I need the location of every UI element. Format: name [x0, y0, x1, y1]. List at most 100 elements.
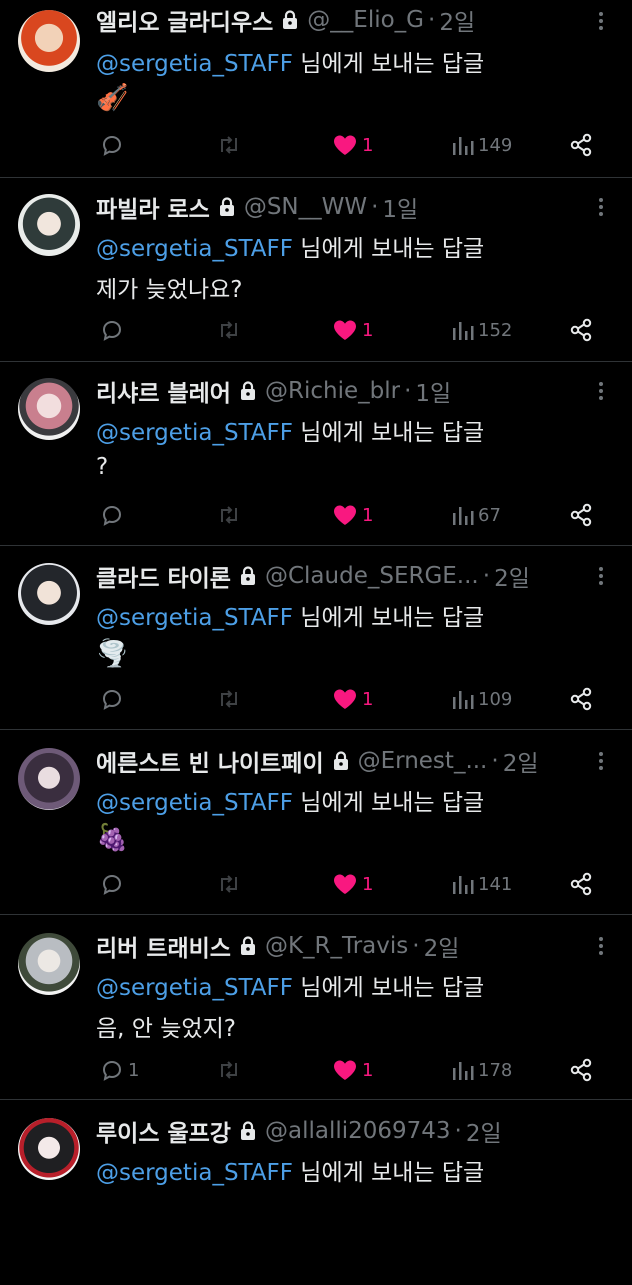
- separator-dot: ·: [482, 563, 491, 589]
- display-name[interactable]: 파빌라 로스: [96, 190, 210, 224]
- avatar[interactable]: [18, 378, 80, 440]
- mention-link[interactable]: @sergetia_STAFF: [96, 51, 293, 77]
- heart-filled-icon: [334, 1060, 356, 1080]
- analytics-icon: [453, 1062, 474, 1080]
- lock-icon: [332, 751, 350, 771]
- more-options-icon[interactable]: [590, 746, 612, 776]
- retweet-button[interactable]: [216, 1055, 242, 1085]
- timestamp[interactable]: 2일: [466, 1114, 502, 1148]
- mention-link[interactable]: @sergetia_STAFF: [96, 420, 293, 446]
- views-button[interactable]: 178: [452, 1055, 512, 1085]
- share-button[interactable]: [568, 869, 594, 899]
- mention-link[interactable]: @sergetia_STAFF: [96, 1160, 293, 1186]
- retweet-button[interactable]: [216, 500, 242, 530]
- heart-filled-icon: [334, 135, 356, 155]
- tweet-header: 루이스 울프강 @allalli2069743 · 2일: [96, 1114, 582, 1148]
- avatar[interactable]: [18, 10, 80, 72]
- display-name[interactable]: 리버 트래비스: [96, 929, 231, 963]
- lock-icon: [218, 197, 236, 217]
- more-options-icon[interactable]: [590, 376, 612, 406]
- retweet-button[interactable]: [216, 315, 242, 345]
- user-handle[interactable]: @__Elio_G: [307, 7, 424, 33]
- mention-link[interactable]: @sergetia_STAFF: [96, 605, 293, 631]
- timestamp[interactable]: 2일: [439, 3, 475, 37]
- timestamp[interactable]: 2일: [503, 744, 539, 778]
- retweet-button[interactable]: [216, 869, 242, 899]
- more-options-icon[interactable]: [590, 192, 612, 222]
- avatar[interactable]: [18, 563, 80, 625]
- mention-link[interactable]: @sergetia_STAFF: [96, 975, 293, 1001]
- share-button[interactable]: [568, 315, 594, 345]
- share-button[interactable]: [568, 130, 594, 160]
- tweet[interactable]: 엘리오 글라디우스 @__Elio_G · 2일 @sergetia_STAFF…: [0, 0, 632, 178]
- reply-button[interactable]: [100, 315, 128, 345]
- more-options-icon[interactable]: [590, 6, 612, 36]
- timestamp[interactable]: 1일: [415, 374, 451, 408]
- user-handle[interactable]: @allalli2069743: [265, 1118, 451, 1144]
- lock-icon: [239, 936, 257, 956]
- like-button[interactable]: 1: [332, 130, 373, 160]
- share-button[interactable]: [568, 684, 594, 714]
- avatar[interactable]: [18, 194, 80, 256]
- heart-filled-icon: [334, 874, 356, 894]
- retweet-icon: [221, 690, 237, 708]
- tweet[interactable]: 클라드 타이론 @Claude_SERGE... · 2일 @sergetia_…: [0, 546, 632, 730]
- avatar[interactable]: [18, 748, 80, 810]
- display-name[interactable]: 엘리오 글라디우스: [96, 3, 273, 37]
- reply-button[interactable]: [100, 500, 128, 530]
- like-button[interactable]: 1: [332, 1055, 373, 1085]
- timestamp[interactable]: 2일: [494, 559, 530, 593]
- reply-button[interactable]: [100, 869, 128, 899]
- heart-filled-icon: [334, 689, 356, 709]
- user-handle[interactable]: @Ernest_...: [358, 748, 488, 774]
- user-handle[interactable]: @K_R_Travis: [265, 933, 408, 959]
- retweet-button[interactable]: [216, 684, 242, 714]
- views-button[interactable]: 67: [452, 500, 501, 530]
- display-name[interactable]: 에른스트 빈 나이트페이: [96, 744, 324, 778]
- display-name[interactable]: 클라드 타이론: [96, 559, 231, 593]
- separator-dot: ·: [454, 1118, 462, 1144]
- share-button[interactable]: [568, 1055, 594, 1085]
- mention-link[interactable]: @sergetia_STAFF: [96, 236, 293, 262]
- reply-button[interactable]: 1: [100, 1055, 139, 1085]
- share-icon: [570, 318, 592, 342]
- reply-button[interactable]: [100, 684, 128, 714]
- user-handle[interactable]: @SN__WW: [244, 194, 367, 220]
- user-handle[interactable]: @Claude_SERGE...: [265, 563, 479, 589]
- tweet[interactable]: 리샤르 블레어 @Richie_blr · 1일 @sergetia_STAFF…: [0, 362, 632, 546]
- timestamp[interactable]: 2일: [424, 929, 460, 963]
- views-button[interactable]: 141: [452, 869, 512, 899]
- lock-icon: [281, 10, 299, 30]
- avatar[interactable]: [18, 933, 80, 995]
- tweet-header: 파빌라 로스 @SN__WW · 1일: [96, 190, 582, 224]
- share-button[interactable]: [568, 500, 594, 530]
- more-options-icon[interactable]: [590, 931, 612, 961]
- avatar[interactable]: [18, 1118, 80, 1180]
- action-bar: 1 152: [96, 315, 606, 345]
- reply-context: @sergetia_STAFF 님에게 보내는 답글: [96, 790, 485, 816]
- display-name[interactable]: 루이스 울프강: [96, 1114, 231, 1148]
- like-button[interactable]: 1: [332, 315, 373, 345]
- tweet[interactable]: 리버 트래비스 @K_R_Travis · 2일 @sergetia_STAFF…: [0, 916, 632, 1100]
- tweet-text: 🍇: [96, 823, 129, 853]
- like-button[interactable]: 1: [332, 684, 373, 714]
- mention-link[interactable]: @sergetia_STAFF: [96, 790, 293, 816]
- like-button[interactable]: 1: [332, 869, 373, 899]
- tweet[interactable]: 에른스트 빈 나이트페이 @Ernest_... · 2일 @sergetia_…: [0, 731, 632, 915]
- like-button[interactable]: 1: [332, 500, 373, 530]
- tweet[interactable]: 루이스 울프강 @allalli2069743 · 2일 @sergetia_S…: [0, 1101, 632, 1285]
- user-handle[interactable]: @Richie_blr: [265, 378, 400, 404]
- reply-button[interactable]: [100, 130, 128, 160]
- display-name[interactable]: 리샤르 블레어: [96, 374, 231, 408]
- separator-dot: ·: [404, 378, 412, 404]
- views-button[interactable]: 149: [452, 130, 512, 160]
- retweet-button[interactable]: [216, 130, 242, 160]
- tweet[interactable]: 파빌라 로스 @SN__WW · 1일 @sergetia_STAFF 님에게 …: [0, 178, 632, 362]
- views-button[interactable]: 109: [452, 684, 512, 714]
- retweet-icon: [221, 875, 237, 893]
- views-button[interactable]: 152: [452, 315, 512, 345]
- more-options-icon[interactable]: [590, 561, 612, 591]
- tweet-header: 리샤르 블레어 @Richie_blr · 1일: [96, 374, 582, 408]
- separator-dot: ·: [491, 748, 499, 774]
- timestamp[interactable]: 1일: [382, 190, 418, 224]
